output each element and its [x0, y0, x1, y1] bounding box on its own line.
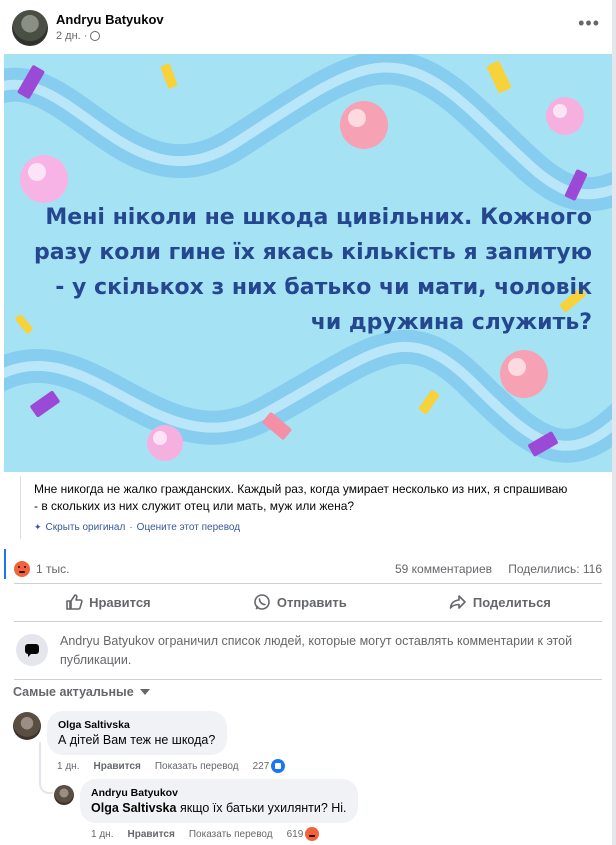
chevron-down-icon — [139, 689, 150, 695]
author-name[interactable]: Andryu Batyukov — [56, 12, 164, 27]
angry-reaction-icon — [305, 827, 320, 841]
share-arrow-icon — [449, 595, 466, 609]
commenter-avatar[interactable] — [13, 712, 41, 740]
reply-translate-link[interactable]: Показать перевод — [189, 829, 273, 840]
translation-links: ✦ Скрыть оригинал · Оцените этот перевод — [34, 522, 240, 533]
banner-text: Мені ніколи не шкода цивільних. Кожного … — [33, 205, 592, 335]
comment-sort-dropdown[interactable]: Самые актуальные — [13, 685, 150, 699]
thumbs-up-icon — [66, 594, 83, 610]
send-button[interactable]: Отправить — [253, 589, 347, 615]
more-options-icon[interactable]: ••• — [578, 14, 600, 32]
post-banner-image[interactable]: Мені ніколи не шкода цивільних. Кожного … — [4, 54, 612, 472]
reply-time[interactable]: 1 дн. — [91, 829, 113, 840]
rate-translation-link[interactable]: Оцените этот перевод — [137, 522, 240, 533]
actions-divider — [14, 621, 602, 622]
post-time[interactable]: 2 дн. — [56, 30, 81, 42]
comment-reactions[interactable]: 227 — [253, 759, 286, 773]
author-avatar[interactable] — [12, 10, 48, 46]
comments-count[interactable]: 59 комментариев — [395, 562, 492, 576]
reply-mention[interactable]: Olga Saltivska — [91, 801, 176, 815]
reply-text: Olga Saltivska якщо їх батьки ухилянти? … — [91, 800, 347, 817]
reply-author[interactable]: Andryu Batyukov — [91, 786, 347, 800]
whatsapp-icon — [254, 594, 270, 610]
comment-actions: 1 дн. Нравится Показать перевод 227 — [57, 759, 286, 773]
comment-like-button[interactable]: Нравится — [93, 761, 140, 772]
reply-bubble: Andryu Batyukov Olga Saltivska якщо їх б… — [80, 779, 358, 823]
reactions-count[interactable]: 1 тыс. — [36, 562, 69, 576]
share-button[interactable]: Поделиться — [449, 589, 551, 615]
hide-original-link[interactable]: Скрыть оригинал — [46, 522, 126, 533]
links-separator: · — [129, 522, 133, 533]
meta-separator: · — [83, 30, 88, 42]
globe-icon — [90, 31, 101, 41]
reply-actions: 1 дн. Нравится Показать перевод 619 — [91, 827, 320, 841]
reply-reaction-count: 619 — [286, 828, 304, 840]
post-header: Andryu Batyukov 2 дн. · ••• — [12, 10, 602, 46]
reply-reactions[interactable]: 619 — [287, 827, 320, 841]
reply-body: якщо їх батьки ухилянти? Ні. — [179, 801, 347, 815]
like-reaction-icon — [271, 759, 286, 773]
send-button-label: Отправить — [276, 594, 347, 610]
translation-border — [20, 476, 21, 539]
comment-translate-link[interactable]: Показать перевод — [155, 761, 239, 772]
post-stats: 1 тыс. 59 комментариев Поделились: 116 — [14, 560, 602, 580]
reply-avatar[interactable] — [54, 785, 74, 805]
share-button-label: Поделиться — [472, 594, 551, 610]
active-indicator — [4, 549, 6, 579]
post-actions: Нравится Отправить Поделиться — [14, 589, 602, 615]
page-edge — [612, 0, 616, 845]
comment-text: А дітей Вам теж не шкода? — [58, 733, 216, 747]
translate-icon: ✦ — [34, 522, 42, 532]
shares-count[interactable]: Поделились: 116 — [508, 562, 602, 576]
translated-text: Мне никогда не жалко гражданских. Каждый… — [34, 482, 568, 513]
reply-thread-line — [39, 742, 53, 794]
comment-author[interactable]: Olga Saltivska — [58, 718, 216, 732]
comment-time[interactable]: 1 дн. — [57, 761, 79, 772]
comment-bubble: Olga Saltivska А дітей Вам теж не шкода? — [47, 711, 227, 755]
comment-reaction-count: 227 — [252, 760, 270, 772]
notice-text: Andryu Batyukov ограничил список людей, … — [60, 634, 573, 667]
like-button[interactable]: Нравится — [65, 589, 151, 615]
post-meta: 2 дн. · — [56, 30, 101, 42]
sort-label: Самые актуальные — [13, 685, 134, 699]
post-card: Andryu Batyukov 2 дн. · ••• Мені ніколи … — [0, 0, 612, 845]
angry-reaction-icon[interactable] — [14, 561, 30, 577]
comment-restricted-icon — [16, 634, 48, 666]
notice-divider — [14, 679, 602, 680]
like-button-label: Нравится — [89, 594, 151, 610]
stats-divider — [14, 583, 602, 584]
reply-like-button[interactable]: Нравится — [127, 829, 174, 840]
comment-restriction-notice: Andryu Batyukov ограничил список людей, … — [16, 632, 596, 672]
